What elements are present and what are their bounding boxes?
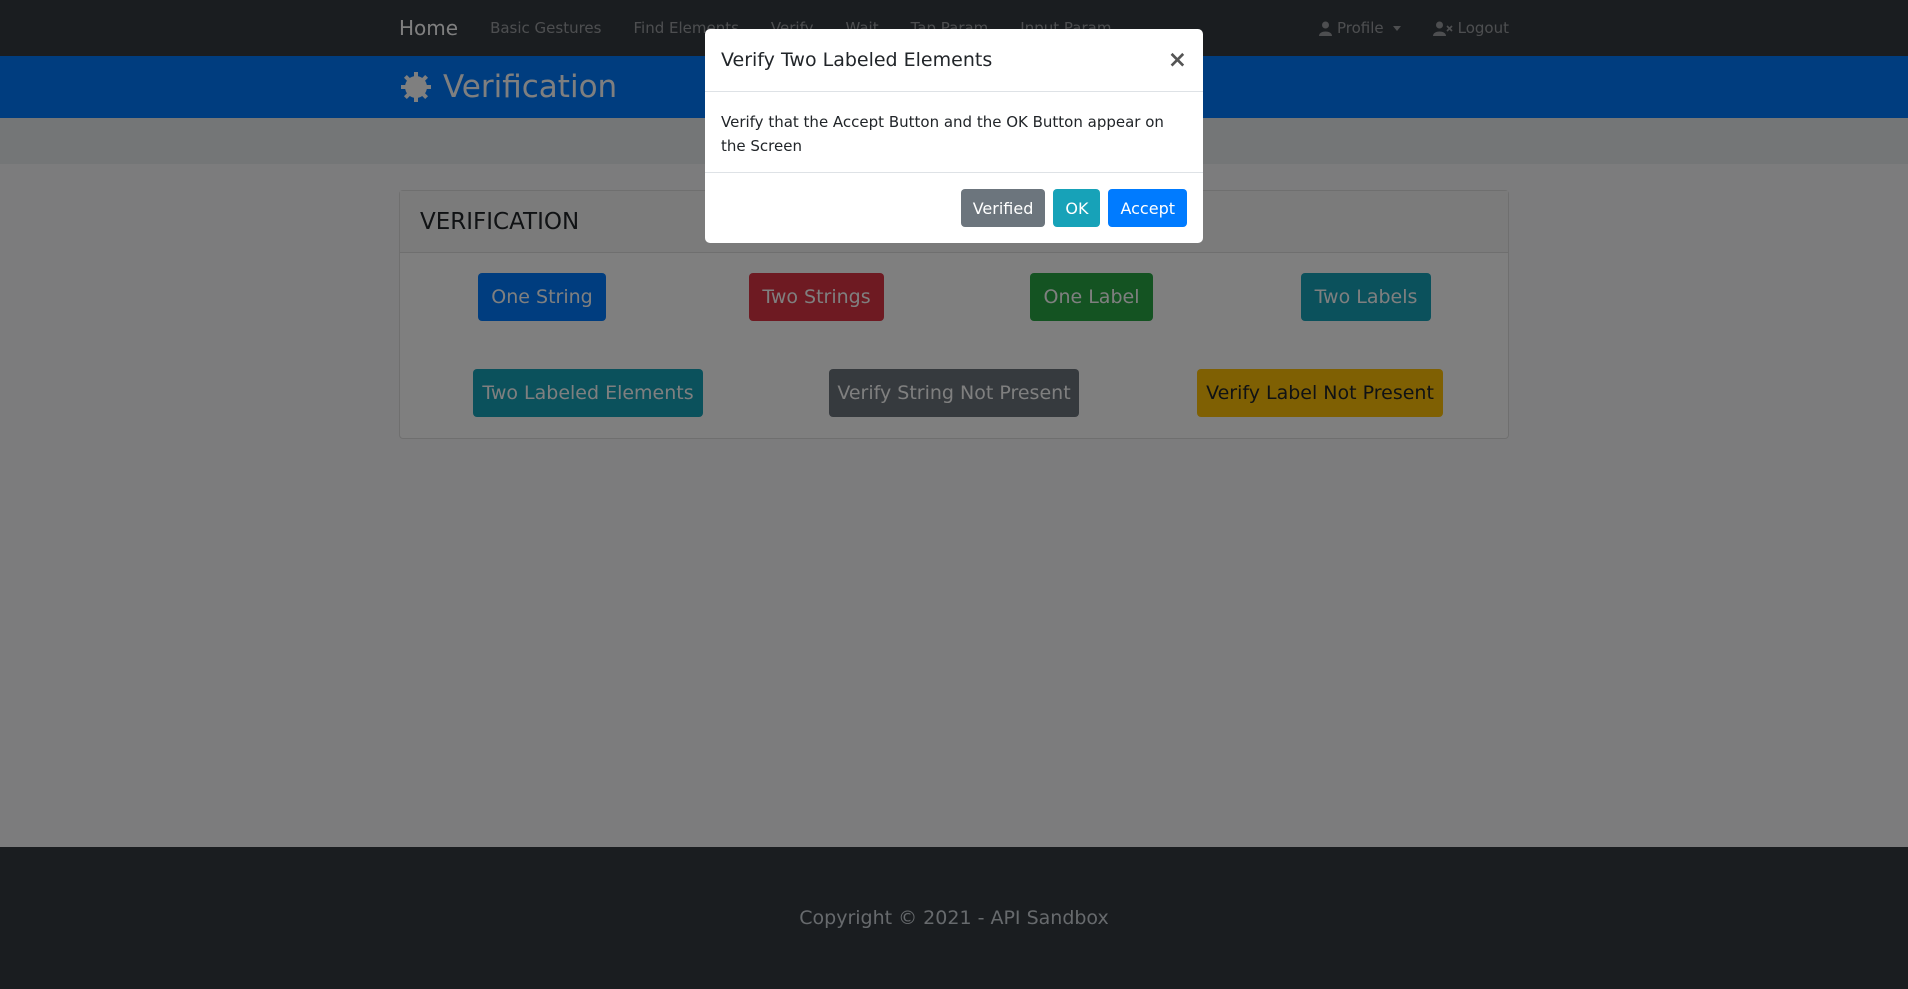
ok-button[interactable]: OK bbox=[1053, 189, 1101, 227]
accept-button[interactable]: Accept bbox=[1108, 189, 1187, 227]
verified-button[interactable]: Verified bbox=[960, 189, 1046, 227]
modal-footer: Verified OK Accept bbox=[705, 173, 1203, 243]
verify-modal: Verify Two Labeled Elements × Verify tha… bbox=[705, 29, 1203, 243]
modal-header: Verify Two Labeled Elements × bbox=[705, 29, 1203, 92]
modal-body-text: Verify that the Accept Button and the OK… bbox=[705, 92, 1203, 173]
close-icon[interactable]: × bbox=[1168, 48, 1187, 72]
modal-title: Verify Two Labeled Elements bbox=[721, 49, 993, 71]
